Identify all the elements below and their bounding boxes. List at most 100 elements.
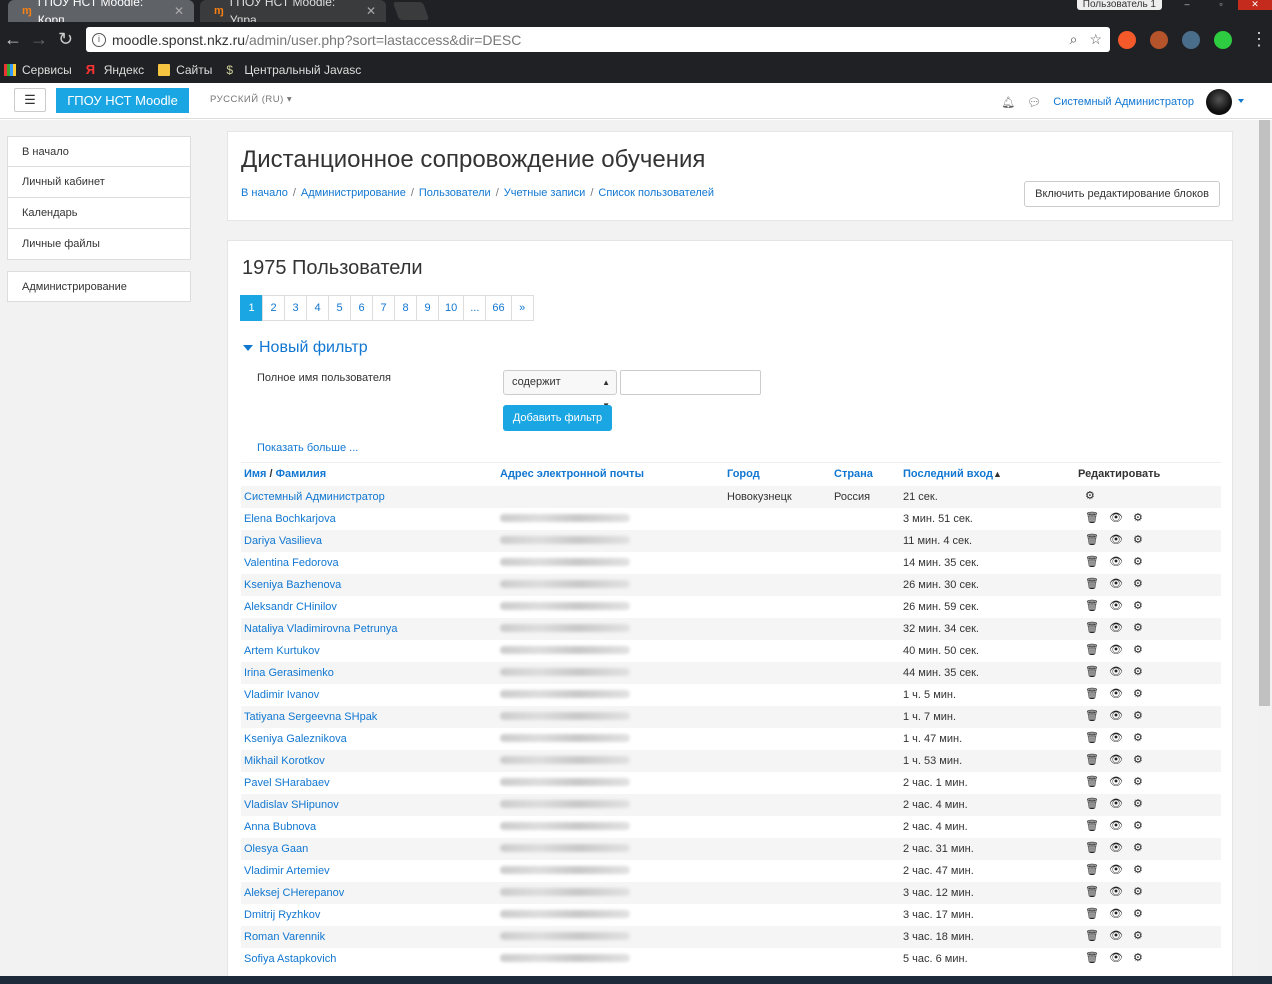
user-name-link[interactable]: Vladimir Ivanov [241, 684, 497, 706]
browser-tab[interactable]: ɱ ГПОУ НСТ Moodle: Корп ✕ [8, 0, 194, 27]
address-bar[interactable]: i moodle.sponst.nkz.ru/admin/user.php?so… [86, 27, 1110, 52]
sidebar-item-calendar[interactable]: Календарь [7, 198, 191, 229]
minimize-icon[interactable]: – [1170, 0, 1204, 10]
sort-by-lastname-link[interactable]: Фамилия [276, 468, 327, 480]
bell-icon[interactable]: 🔔︎ [1001, 96, 1015, 109]
eye-icon[interactable]: 👁︎ [1109, 909, 1123, 920]
trash-icon[interactable]: 🗑︎ [1085, 579, 1099, 590]
eye-icon[interactable]: 👁︎ [1109, 645, 1123, 656]
menu-dots-icon[interactable]: ⋮ [1250, 30, 1268, 48]
gear-icon[interactable]: ⚙ [1133, 601, 1143, 612]
user-name-link[interactable]: Artem Kurtukov [241, 640, 497, 662]
user-name-link[interactable]: Anna Bubnova [241, 816, 497, 838]
page-link[interactable]: 6 [350, 295, 373, 321]
bookmark-star-icon[interactable]: ☆ [1089, 31, 1102, 48]
breadcrumb-item[interactable]: В начало [241, 187, 288, 199]
menu-toggle-button[interactable]: ☰ [14, 88, 46, 112]
filter-value-input[interactable] [620, 370, 761, 395]
column-last-access[interactable]: Последний вход▲ [900, 462, 1075, 486]
trash-icon[interactable]: 🗑︎ [1085, 733, 1099, 744]
extension-icon[interactable] [1182, 31, 1200, 49]
trash-icon[interactable]: 🗑︎ [1085, 931, 1099, 942]
zoom-search-icon[interactable]: ⌕ [1070, 31, 1078, 48]
gear-icon[interactable]: ⚙ [1133, 931, 1143, 942]
trash-icon[interactable]: 🗑︎ [1085, 711, 1099, 722]
eye-icon[interactable]: 👁︎ [1109, 931, 1123, 942]
maximize-icon[interactable]: ▫ [1204, 0, 1238, 10]
sort-by-firstname-link[interactable]: Имя [244, 468, 266, 480]
user-name-link[interactable]: Vladimir Artemiev [241, 860, 497, 882]
user-name-link[interactable]: Nataliya Vladimirovna Petrunya [241, 617, 497, 640]
gear-icon[interactable]: ⚙ [1133, 821, 1143, 832]
new-tab-button[interactable] [392, 2, 430, 20]
gear-icon[interactable]: ⚙ [1133, 645, 1143, 656]
extension-check-icon[interactable] [1214, 31, 1232, 49]
info-icon[interactable]: i [92, 32, 106, 47]
page-link[interactable]: 2 [262, 295, 285, 321]
user-name-link[interactable]: Aleksandr CHinilov [241, 596, 497, 618]
trash-icon[interactable]: 🗑︎ [1085, 865, 1099, 876]
page-link[interactable]: 8 [394, 295, 417, 321]
trash-icon[interactable]: 🗑︎ [1085, 601, 1099, 612]
gear-icon[interactable]: ⚙ [1133, 623, 1143, 634]
eye-icon[interactable]: 👁︎ [1109, 777, 1123, 788]
gear-icon[interactable]: ⚙ [1133, 953, 1143, 964]
user-name-link[interactable]: Sofiya Astapkovich [241, 948, 497, 970]
user-name-link[interactable]: Dmitrij Ryzhkov [241, 904, 497, 926]
trash-icon[interactable]: 🗑︎ [1085, 667, 1099, 678]
eye-icon[interactable]: 👁︎ [1109, 667, 1123, 678]
eye-icon[interactable]: 👁︎ [1109, 755, 1123, 766]
add-filter-button[interactable]: Добавить фильтр [503, 405, 612, 431]
page-link[interactable]: 5 [328, 295, 351, 321]
gear-icon[interactable]: ⚙ [1133, 865, 1143, 876]
page-link[interactable]: 1 [240, 295, 263, 321]
eye-icon[interactable]: 👁︎ [1109, 623, 1123, 634]
trash-icon[interactable]: 🗑︎ [1085, 755, 1099, 766]
user-name-link[interactable]: Kseniya Galeznikova [241, 728, 497, 750]
avatar[interactable] [1206, 89, 1232, 115]
breadcrumb-item[interactable]: Учетные записи [504, 187, 586, 199]
eye-icon[interactable]: 👁︎ [1109, 887, 1123, 898]
page-link[interactable]: 7 [372, 295, 395, 321]
gear-icon[interactable]: ⚙ [1133, 799, 1143, 810]
gear-icon[interactable]: ⚙ [1133, 909, 1143, 920]
user-name-link[interactable]: Irina Gerasimenko [241, 661, 497, 684]
new-filter-toggle[interactable]: Новый фильтр [243, 339, 368, 357]
user-name-link[interactable]: Dariya Vasilieva [241, 529, 497, 552]
eye-icon[interactable]: 👁︎ [1109, 821, 1123, 832]
eye-icon[interactable]: 👁︎ [1109, 513, 1123, 524]
user-name-link[interactable]: Vladislav SHipunov [241, 793, 497, 816]
back-arrow-icon[interactable]: ← [4, 30, 22, 48]
chat-bubble-icon[interactable]: 💬︎ [1027, 96, 1041, 109]
language-menu[interactable]: РУССКИЙ (RU) ▾ [210, 94, 292, 105]
user-name-link[interactable]: Valentina Fedorova [241, 552, 497, 574]
turn-editing-on-button[interactable]: Включить редактирование блоков [1024, 181, 1220, 207]
page-link[interactable]: 66 [485, 295, 512, 321]
show-more-link[interactable]: Показать больше ... [257, 442, 358, 454]
page-link[interactable]: ... [463, 295, 487, 321]
sidebar-item-private-files[interactable]: Личные файлы [7, 229, 191, 260]
column-city[interactable]: Город [724, 462, 831, 486]
user-name[interactable]: Системный Администратор [1053, 96, 1194, 108]
page-link[interactable]: » [510, 295, 534, 321]
user-name-link[interactable]: Mikhail Korotkov [241, 749, 497, 772]
column-country[interactable]: Страна [831, 462, 900, 486]
bookmark-item[interactable]: Я Яндекс [86, 63, 144, 77]
gear-icon[interactable]: ⚙ [1133, 887, 1143, 898]
user-name-link[interactable]: Системный Администратор [241, 485, 497, 508]
page-link[interactable]: 3 [284, 295, 307, 321]
breadcrumb-item[interactable]: Пользователи [419, 187, 491, 199]
trash-icon[interactable]: 🗑︎ [1085, 887, 1099, 898]
user-name-link[interactable]: Pavel SHarabaev [241, 772, 497, 794]
trash-icon[interactable]: 🗑︎ [1085, 645, 1099, 656]
page-link[interactable]: 4 [306, 295, 329, 321]
eye-icon[interactable]: 👁︎ [1109, 799, 1123, 810]
gear-icon[interactable]: ⚙ [1133, 689, 1143, 700]
profile-button[interactable]: Пользователь 1 [1076, 0, 1162, 10]
gear-icon[interactable]: ⚙ [1133, 733, 1143, 744]
trash-icon[interactable]: 🗑︎ [1085, 821, 1099, 832]
user-name-link[interactable]: Kseniya Bazhenova [241, 573, 497, 596]
eye-icon[interactable]: 👁︎ [1109, 601, 1123, 612]
filter-operator-select[interactable]: содержит ▲▼ [503, 370, 617, 410]
scrollbar-thumb[interactable] [1259, 120, 1270, 706]
